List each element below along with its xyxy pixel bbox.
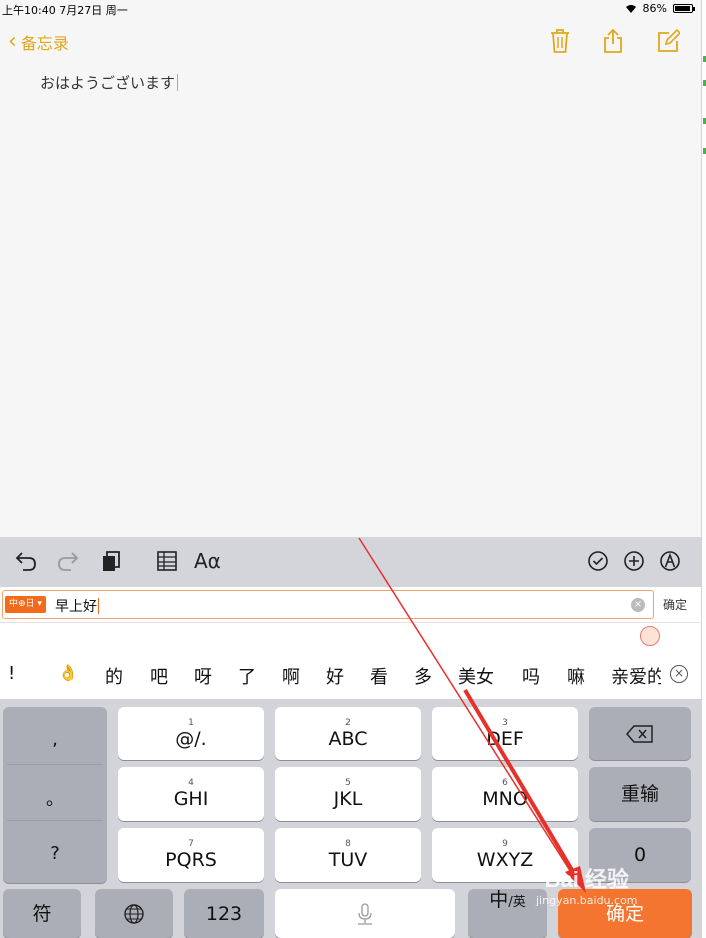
key-3[interactable]: 3 DEF	[432, 707, 578, 760]
candidate-item[interactable]: 的	[105, 663, 123, 689]
redo-icon[interactable]	[56, 549, 80, 573]
ime-input[interactable]: 中⊕日 ▾ 早上好 ×	[2, 590, 654, 619]
table-icon[interactable]	[156, 549, 178, 573]
format-toolbar: Aα	[0, 537, 701, 587]
ime-mascot-icon[interactable]	[640, 626, 660, 646]
ime-composition-bar: 中⊕日 ▾ 早上好 × 确定	[0, 587, 701, 623]
back-label: 备忘录	[20, 34, 69, 53]
wifi-icon	[625, 4, 636, 13]
status-time: 上午10:40 7月27日 周一	[2, 4, 128, 17]
backspace-key[interactable]	[589, 707, 691, 760]
candidate-item[interactable]: 吗	[522, 663, 540, 689]
candidate-item[interactable]: 看	[370, 663, 388, 689]
key-2[interactable]: 2 ABC	[275, 707, 421, 760]
note-text: おはようございます	[40, 74, 176, 92]
battery-icon	[673, 4, 695, 13]
markup-icon[interactable]	[659, 549, 681, 573]
notes-screen: 上午10:40 7月27日 周一 86% ‹ 备忘录 おはようございます Aα …	[0, 0, 701, 938]
candidate-item[interactable]: 啊	[282, 663, 300, 689]
share-icon[interactable]	[601, 28, 625, 54]
copy-icon[interactable]	[100, 549, 122, 573]
ime-mode-badge[interactable]: 中⊕日 ▾	[5, 596, 46, 613]
symbol-key[interactable]: 符	[3, 889, 81, 938]
undo-icon[interactable]	[14, 549, 38, 573]
clear-icon[interactable]: ×	[631, 598, 645, 612]
key-5[interactable]: 5 JKL	[275, 767, 421, 821]
backspace-icon	[626, 724, 653, 743]
baidu-jingyan-watermark: Bai 经验 jingyan.baidu.com	[536, 867, 638, 907]
adjacent-window-edge	[701, 0, 706, 938]
candidate-bar: ! 👌 的 吧 呀 了 啊 好 看 多 美女 吗 嘛 亲爱的 ×	[0, 651, 701, 699]
candidate-item[interactable]: 多	[414, 663, 432, 689]
close-icon[interactable]: ×	[670, 665, 688, 683]
trash-icon[interactable]	[548, 28, 572, 54]
candidate-item[interactable]: 嘛	[567, 663, 585, 689]
key-8[interactable]: 8 TUV	[275, 828, 421, 882]
candidate-item[interactable]: 吧	[150, 663, 168, 689]
compose-icon[interactable]	[656, 28, 680, 54]
chevron-left-icon: ‹	[8, 29, 17, 54]
back-button[interactable]: ‹ 备忘录	[8, 30, 69, 54]
punctuation-column[interactable]: , 。 ?	[3, 707, 107, 883]
nav-bar: ‹ 备忘录	[0, 24, 701, 60]
ime-extra-row	[0, 623, 701, 651]
globe-icon	[124, 903, 144, 924]
note-body[interactable]: おはようございます	[40, 72, 179, 93]
globe-key[interactable]	[95, 889, 173, 938]
candidate-item[interactable]: 呀	[194, 663, 212, 689]
punct-key-period[interactable]: 。	[3, 785, 107, 811]
add-icon[interactable]	[623, 549, 645, 573]
candidate-item[interactable]: !	[8, 663, 15, 684]
key-6[interactable]: 6 MNO	[432, 767, 578, 821]
number-mode-key[interactable]: 123	[184, 889, 264, 938]
key-4[interactable]: 4 GHI	[118, 767, 264, 821]
status-bar: 上午10:40 7月27日 周一 86%	[0, 0, 701, 18]
candidate-item[interactable]: 亲爱的	[611, 663, 661, 689]
microphone-icon	[358, 902, 372, 925]
checklist-icon[interactable]	[587, 549, 609, 573]
reenter-key[interactable]: 重输	[589, 767, 691, 821]
ime-caret	[98, 598, 99, 614]
ime-composition-text: 早上好	[55, 599, 97, 615]
candidate-item[interactable]: 好	[326, 663, 344, 689]
ok-hand-emoji-icon[interactable]: 👌	[58, 663, 78, 682]
font-format-button[interactable]: Aα	[194, 549, 221, 573]
candidate-item[interactable]: 美女	[458, 663, 494, 689]
punct-key-comma[interactable]: ,	[3, 729, 107, 750]
punct-key-question[interactable]: ?	[3, 843, 107, 864]
candidate-item[interactable]: 了	[238, 663, 256, 689]
ime-confirm-button[interactable]: 确定	[663, 596, 687, 613]
text-caret	[177, 74, 179, 91]
space-key[interactable]	[275, 889, 455, 938]
battery-percent: 86%	[642, 2, 667, 15]
key-7[interactable]: 7 PQRS	[118, 828, 264, 882]
key-1[interactable]: 1 @/.	[118, 707, 264, 760]
